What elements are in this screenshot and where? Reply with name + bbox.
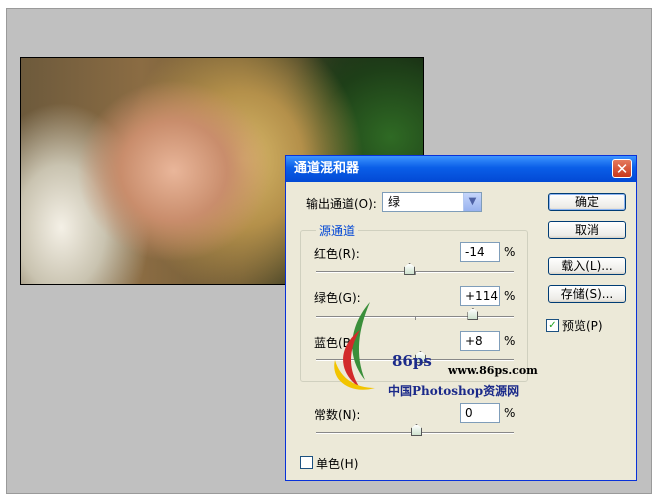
preview-label: 预览(P) xyxy=(562,319,603,333)
constant-input[interactable]: 0 xyxy=(460,403,500,423)
dialog-title: 通道混和器 xyxy=(294,161,360,176)
red-input[interactable]: -14 xyxy=(460,242,500,262)
cancel-button[interactable]: 取消 xyxy=(548,221,626,239)
red-label: 红色(R): xyxy=(314,247,360,261)
constant-slider[interactable] xyxy=(316,424,514,436)
monochrome-checkbox[interactable] xyxy=(300,456,313,469)
watermark-logo-icon xyxy=(334,302,375,390)
constant-slider-thumb[interactable] xyxy=(411,424,422,436)
monochrome-label: 单色(H) xyxy=(316,457,359,471)
output-channel-select[interactable]: 绿 ▼ xyxy=(382,192,482,212)
dropdown-arrow-icon[interactable]: ▼ xyxy=(463,193,481,211)
source-channels-title: 源通道 xyxy=(316,222,359,239)
dialog-titlebar[interactable]: 通道混和器 ✕ xyxy=(286,156,636,182)
load-button[interactable]: 载入(L)... xyxy=(548,257,626,275)
watermark-url: www.86ps.com xyxy=(448,364,538,377)
check-icon: ✓ xyxy=(548,320,557,331)
save-button[interactable]: 存储(S)... xyxy=(548,285,626,303)
watermark-brand: 86ps xyxy=(392,352,432,370)
red-percent: % xyxy=(504,245,516,259)
red-slider[interactable] xyxy=(316,263,514,275)
close-button[interactable]: ✕ xyxy=(612,159,632,178)
preview-checkbox[interactable]: ✓ xyxy=(546,319,559,332)
ok-button[interactable]: 确定 xyxy=(548,193,626,211)
output-channel-label: 输出通道(O): xyxy=(306,197,377,211)
constant-label: 常数(N): xyxy=(314,408,361,422)
red-slider-center-tick xyxy=(415,272,416,275)
watermark-tagline: 中国Photoshop资源网 xyxy=(388,384,520,398)
close-icon: ✕ xyxy=(615,160,629,178)
site-watermark: 86ps www.86ps.com 中国Photoshop资源网 xyxy=(330,300,538,400)
output-channel-value: 绿 xyxy=(388,195,401,209)
constant-percent: % xyxy=(504,406,516,420)
